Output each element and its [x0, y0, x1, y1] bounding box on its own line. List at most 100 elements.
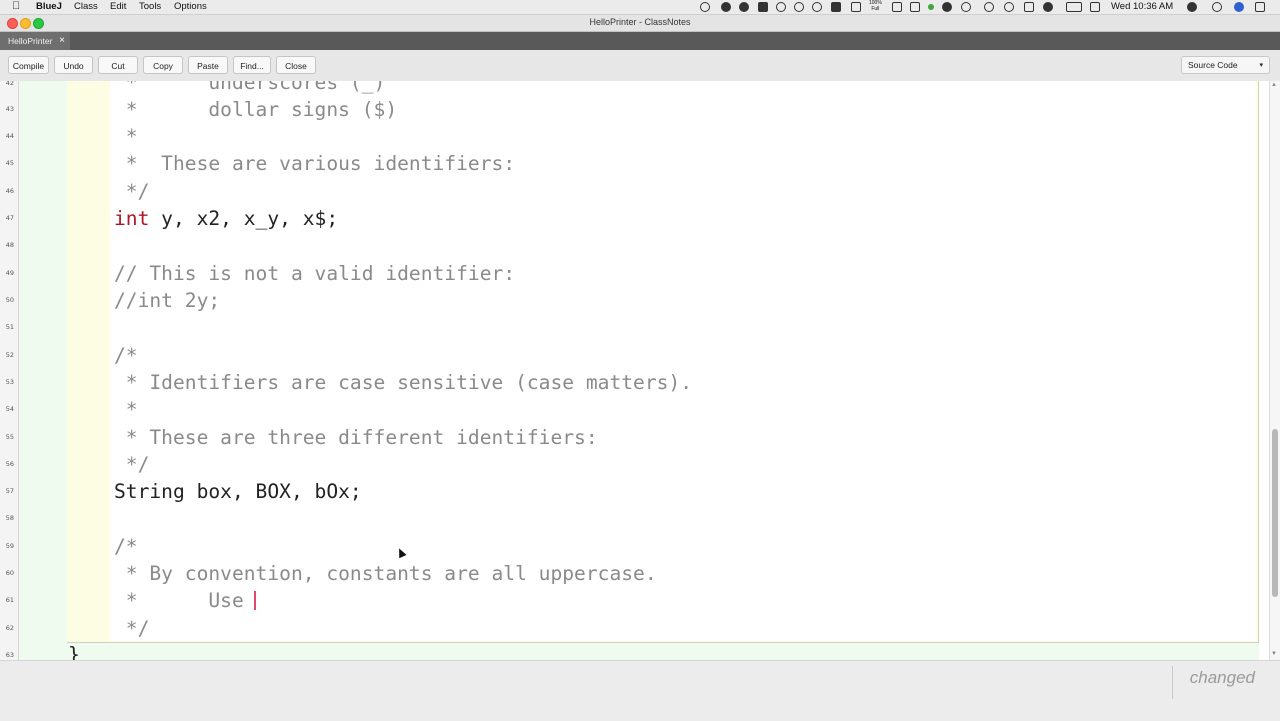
code-line: /*: [114, 344, 138, 367]
menu-edit[interactable]: Edit: [110, 1, 126, 13]
siri-icon[interactable]: [1234, 2, 1244, 12]
code-line: //int 2y;: [114, 289, 221, 312]
sync-icon[interactable]: [776, 2, 786, 12]
code-line: * Use: [114, 589, 256, 612]
apple-menu-icon[interactable]: : [12, 0, 20, 12]
vpn-icon[interactable]: [794, 2, 804, 12]
time-machine-icon[interactable]: [961, 2, 971, 12]
volume-icon[interactable]: [1043, 2, 1053, 12]
code-line: */: [114, 617, 150, 640]
status-dot-icon: [928, 4, 934, 10]
tab-close-icon[interactable]: ×: [59, 32, 65, 50]
line-number: 60: [5, 569, 14, 577]
scrollbar-thumb[interactable]: [1272, 429, 1278, 597]
record-icon[interactable]: [700, 2, 710, 12]
scroll-up-arrow-icon[interactable]: ▲: [1271, 82, 1277, 88]
line-number: 62: [5, 624, 14, 632]
keyword: int: [114, 207, 150, 230]
tab-label: HelloPrinter: [8, 36, 53, 46]
find-button[interactable]: Find...: [233, 56, 271, 74]
code-editor[interactable]: 42 43 44 45 46 47 48 49 50 51 52 53 54 5…: [0, 81, 1269, 660]
code-line: * These are three different identifiers:: [114, 426, 598, 449]
code-line: */: [114, 453, 150, 476]
notification-icon[interactable]: [942, 2, 952, 12]
line-number: 46: [5, 187, 14, 195]
status-label: changed: [1189, 668, 1255, 687]
vertical-scrollbar[interactable]: ▲ ▼: [1269, 81, 1280, 660]
menu-bar:  BlueJ Class Edit Tools Options 100%Ful…: [0, 0, 1280, 15]
app-menu[interactable]: BlueJ: [36, 1, 62, 13]
battery-status: 100% Full: [869, 0, 882, 12]
line-number: 57: [5, 487, 14, 495]
location-pin-icon[interactable]: [721, 2, 731, 12]
wifi-icon[interactable]: [1004, 2, 1014, 12]
line-number: 47: [5, 214, 14, 222]
text-caret: [254, 591, 256, 610]
code-line: * dollar signs ($): [114, 98, 398, 121]
code-text: y, x2, x_y, x$;: [149, 207, 339, 230]
paste-button[interactable]: Paste: [188, 56, 228, 74]
line-number: 59: [5, 542, 14, 550]
line-number: 61: [5, 596, 14, 604]
code-line: * underscores (_): [114, 81, 386, 94]
line-number: 52: [5, 351, 14, 359]
code-line: */: [114, 180, 150, 203]
menu-tools[interactable]: Tools: [139, 1, 161, 13]
airplay-icon[interactable]: [1024, 2, 1034, 12]
line-number: 51: [5, 323, 14, 331]
bluetooth-icon[interactable]: [984, 2, 994, 12]
line-number: 53: [5, 378, 14, 386]
close-button[interactable]: Close: [276, 56, 316, 74]
code-line: *: [114, 125, 138, 148]
code-line: *: [114, 398, 138, 421]
line-number: 48: [5, 241, 14, 249]
notification-center-icon[interactable]: [1255, 2, 1265, 12]
scroll-down-arrow-icon[interactable]: ▼: [1271, 651, 1277, 657]
tab-bar: HelloPrinter ×: [0, 32, 1280, 50]
code-line: String box, BOX, bOx;: [114, 480, 362, 503]
line-number: 44: [5, 132, 14, 140]
dropbox-icon[interactable]: [758, 2, 768, 12]
view-mode-select[interactable]: Source Code ▾: [1181, 56, 1270, 74]
clock[interactable]: Wed 10:36 AM: [1111, 1, 1173, 13]
view-mode-value: Source Code: [1188, 60, 1238, 70]
compile-button[interactable]: Compile: [8, 56, 49, 74]
status-divider: [1172, 666, 1173, 699]
screen-icon[interactable]: [851, 2, 861, 12]
menu-class[interactable]: Class: [74, 1, 98, 13]
keyboard-icon[interactable]: [1090, 2, 1100, 12]
code-line: int y, x2, x_y, x$;: [114, 208, 338, 230]
tab-helloprinter[interactable]: HelloPrinter ×: [0, 32, 70, 50]
code-line: * These are various identifiers:: [114, 152, 516, 175]
cloud-icon[interactable]: [831, 2, 841, 12]
code-line: /*: [114, 535, 138, 558]
code-line: // This is not a valid identifier:: [114, 262, 516, 285]
menu-options[interactable]: Options: [174, 1, 207, 13]
line-number: 63: [5, 651, 14, 659]
cut-button[interactable]: Cut: [98, 56, 138, 74]
line-number: 42: [5, 81, 14, 87]
window-title: HelloPrinter - ClassNotes: [589, 17, 691, 27]
window-title-bar: HelloPrinter - ClassNotes: [0, 15, 1280, 32]
window-icon[interactable]: [910, 2, 920, 12]
line-number: 54: [5, 405, 14, 413]
spotlight-search-icon[interactable]: [1212, 2, 1222, 12]
line-number: 56: [5, 460, 14, 468]
battery-icon[interactable]: [1066, 2, 1082, 12]
closing-brace: }: [68, 643, 80, 661]
undo-button[interactable]: Undo: [54, 56, 93, 74]
editor-toolbar: Compile Undo Cut Copy Paste Find... Clos…: [0, 50, 1280, 82]
user-icon[interactable]: [1187, 2, 1197, 12]
line-number: 50: [5, 296, 14, 304]
line-number: 58: [5, 514, 14, 522]
play-icon[interactable]: [739, 2, 749, 12]
line-number: 55: [5, 433, 14, 441]
copy-button[interactable]: Copy: [143, 56, 183, 74]
code-line: * By convention, constants are all upper…: [114, 562, 657, 585]
line-number-gutter: 42 43 44 45 46 47 48 49 50 51 52 53 54 5…: [0, 81, 19, 660]
info-icon[interactable]: [812, 2, 822, 12]
grid-icon[interactable]: [892, 2, 902, 12]
code-line: * Identifiers are case sensitive (case m…: [114, 371, 693, 394]
chevron-down-icon: ▾: [1259, 62, 1263, 69]
line-number: 49: [5, 269, 14, 277]
